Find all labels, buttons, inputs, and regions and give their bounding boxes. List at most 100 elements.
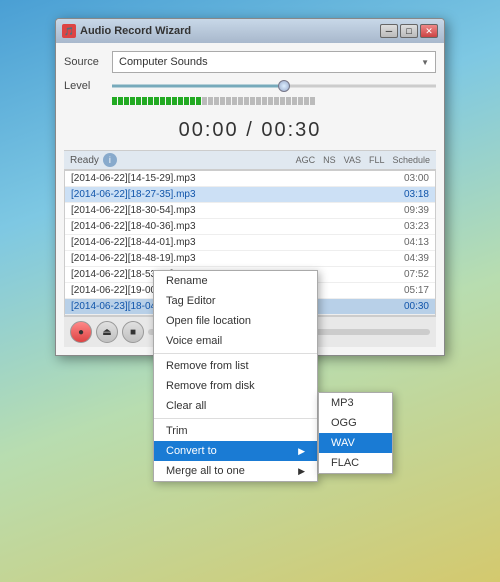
vu-bar-inactive xyxy=(280,97,285,105)
format-ogg[interactable]: OGG xyxy=(319,413,392,433)
vu-bar-inactive xyxy=(286,97,291,105)
ctx-trim-label: Trim xyxy=(166,425,188,437)
submenu-arrow-icon: ▶ xyxy=(298,446,305,457)
format-flac[interactable]: FLAC xyxy=(319,453,392,473)
ctx-convert-to[interactable]: Convert to ▶ xyxy=(154,441,317,461)
file-duration: 07:52 xyxy=(404,269,429,280)
vu-bar xyxy=(136,97,141,105)
maximize-button[interactable]: □ xyxy=(400,24,418,38)
vu-bar-inactive xyxy=(262,97,267,105)
vu-bar-inactive xyxy=(292,97,297,105)
vu-bar-inactive xyxy=(208,97,213,105)
stop-button[interactable]: ■ xyxy=(122,321,144,343)
format-wav[interactable]: WAV xyxy=(319,433,392,453)
vu-bar-inactive xyxy=(202,97,207,105)
source-value: Computer Sounds xyxy=(119,56,208,68)
dropdown-arrow-icon: ▼ xyxy=(421,58,429,67)
context-menu: Rename Tag Editor Open file location Voi… xyxy=(153,270,318,482)
file-duration: 00:30 xyxy=(404,301,429,312)
ctx-rename[interactable]: Rename xyxy=(154,271,317,291)
vu-bar-inactive xyxy=(268,97,273,105)
ns-label[interactable]: NS xyxy=(323,155,336,165)
vu-bar-inactive xyxy=(244,97,249,105)
ctx-convert-to-label: Convert to xyxy=(166,445,217,457)
file-duration: 03:00 xyxy=(404,173,429,184)
vu-bar xyxy=(130,97,135,105)
ctx-trim[interactable]: Trim xyxy=(154,421,317,441)
level-track xyxy=(112,85,436,88)
vu-bar xyxy=(118,97,123,105)
ctx-open-location[interactable]: Open file location xyxy=(154,311,317,331)
ctx-remove-list-label: Remove from list xyxy=(166,360,249,372)
vu-bar-inactive xyxy=(250,97,255,105)
level-thumb[interactable] xyxy=(278,80,290,92)
toolbar-row: Ready i AGC NS VAS FLL Schedule xyxy=(64,150,436,170)
ctx-clear-all[interactable]: Clear all xyxy=(154,396,317,416)
vu-bar-inactive xyxy=(298,97,303,105)
file-name: [2014-06-22][14-15-29].mp3 xyxy=(71,173,311,184)
info-button[interactable]: i xyxy=(103,153,117,167)
file-name: [2014-06-22][18-27-35].mp3 xyxy=(71,189,311,200)
ctx-clear-all-label: Clear all xyxy=(166,400,206,412)
schedule-label[interactable]: Schedule xyxy=(392,155,430,165)
vu-bar-inactive xyxy=(214,97,219,105)
file-duration: 05:17 xyxy=(404,285,429,296)
minimize-button[interactable]: ─ xyxy=(380,24,398,38)
level-slider[interactable] xyxy=(112,79,436,93)
format-mp3[interactable]: MP3 xyxy=(319,393,392,413)
eject-button[interactable]: ⏏ xyxy=(96,321,118,343)
ctx-separator xyxy=(154,353,317,354)
ctx-rename-label: Rename xyxy=(166,275,208,287)
file-duration: 03:23 xyxy=(404,221,429,232)
list-item[interactable]: [2014-06-22][18-27-35].mp3 03:18 xyxy=(65,187,435,203)
vu-bar xyxy=(190,97,195,105)
vas-label[interactable]: VAS xyxy=(344,155,361,165)
record-button[interactable]: ● xyxy=(70,321,92,343)
toolbar-status: Ready xyxy=(70,155,99,166)
vu-bar-inactive xyxy=(256,97,261,105)
app-icon: 🎵 xyxy=(62,24,76,38)
ctx-merge-all-label: Merge all to one xyxy=(166,465,245,477)
source-row: Source Computer Sounds ▼ xyxy=(64,51,436,73)
fll-label[interactable]: FLL xyxy=(369,155,385,165)
vu-bar xyxy=(166,97,171,105)
file-duration: 04:39 xyxy=(404,253,429,264)
level-fill xyxy=(112,85,290,88)
close-button[interactable]: ✕ xyxy=(420,24,438,38)
vu-meter xyxy=(112,97,436,105)
list-item[interactable]: [2014-06-22][18-44-01].mp3 04:13 xyxy=(65,235,435,251)
list-item[interactable]: [2014-06-22][18-30-54].mp3 09:39 xyxy=(65,203,435,219)
vu-bar-inactive xyxy=(226,97,231,105)
ctx-open-location-label: Open file location xyxy=(166,315,251,327)
ctx-remove-disk[interactable]: Remove from disk xyxy=(154,376,317,396)
level-label: Level xyxy=(64,80,104,92)
list-item[interactable]: [2014-06-22][14-15-29].mp3 03:00 xyxy=(65,171,435,187)
level-row: Level xyxy=(64,79,436,93)
vu-bar-inactive xyxy=(238,97,243,105)
vu-bar xyxy=(178,97,183,105)
vu-bar xyxy=(112,97,117,105)
title-bar: 🎵 Audio Record Wizard ─ □ ✕ xyxy=(56,19,444,43)
agc-label[interactable]: AGC xyxy=(296,155,316,165)
list-item[interactable]: [2014-06-22][18-40-36].mp3 03:23 xyxy=(65,219,435,235)
title-buttons: ─ □ ✕ xyxy=(380,24,438,38)
ctx-tag-editor[interactable]: Tag Editor xyxy=(154,291,317,311)
ctx-separator-2 xyxy=(154,418,317,419)
source-label: Source xyxy=(64,56,104,68)
vu-bar xyxy=(148,97,153,105)
vu-bar xyxy=(154,97,159,105)
file-name: [2014-06-22][18-44-01].mp3 xyxy=(71,237,311,248)
ctx-merge-all[interactable]: Merge all to one ▶ xyxy=(154,461,317,481)
vu-bar xyxy=(124,97,129,105)
ctx-remove-list[interactable]: Remove from list xyxy=(154,356,317,376)
ctx-remove-disk-label: Remove from disk xyxy=(166,380,255,392)
list-item[interactable]: [2014-06-22][18-48-19].mp3 04:39 xyxy=(65,251,435,267)
file-duration: 09:39 xyxy=(404,205,429,216)
source-dropdown[interactable]: Computer Sounds ▼ xyxy=(112,51,436,73)
ctx-voice-email[interactable]: Voice email xyxy=(154,331,317,351)
vu-bar-inactive xyxy=(304,97,309,105)
title-bar-left: 🎵 Audio Record Wizard xyxy=(62,24,191,38)
vu-bar xyxy=(160,97,165,105)
ctx-voice-email-label: Voice email xyxy=(166,335,222,347)
vu-bar-inactive xyxy=(232,97,237,105)
